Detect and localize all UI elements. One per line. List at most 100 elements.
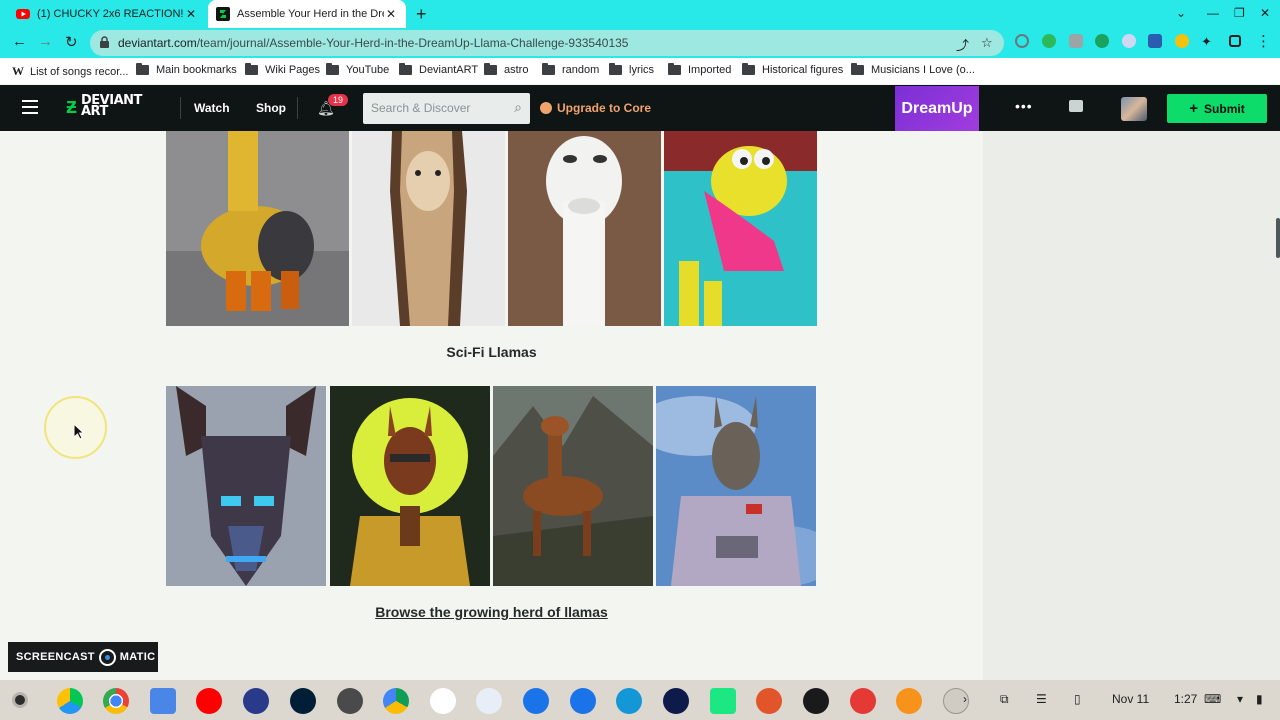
- close-tab-icon[interactable]: ✕: [384, 7, 398, 21]
- date-label[interactable]: Nov 11: [1112, 692, 1149, 706]
- screencast-app-icon[interactable]: [243, 688, 269, 714]
- shelf-overflow-icon[interactable]: ›: [963, 692, 967, 706]
- share-icon[interactable]: ⤴: [956, 35, 969, 54]
- chrome-icon[interactable]: [103, 688, 129, 714]
- extension-grammarly-icon[interactable]: [1042, 34, 1056, 48]
- play-store-icon[interactable]: [57, 688, 83, 714]
- close-tab-icon[interactable]: ✕: [184, 7, 198, 21]
- folder-icon: [742, 63, 755, 75]
- llama-image-felt-yellow[interactable]: [166, 131, 349, 326]
- extension-wordcount-icon[interactable]: [1148, 34, 1162, 48]
- extension-icon[interactable]: [1015, 34, 1029, 48]
- bookmark-label: Imported: [688, 64, 732, 76]
- watch-link[interactable]: Watch: [194, 101, 230, 115]
- submit-button[interactable]: + Submit: [1167, 94, 1267, 123]
- app-icon[interactable]: [476, 688, 502, 714]
- launcher-icon[interactable]: [12, 692, 28, 708]
- app-icon[interactable]: [803, 688, 829, 714]
- llama-image-cyberpunk[interactable]: [330, 386, 490, 586]
- bookmark-item[interactable]: W List of songs recor...: [12, 64, 128, 79]
- side-panel-icon[interactable]: [1229, 35, 1241, 47]
- files-icon[interactable]: [523, 688, 549, 714]
- browse-herd-link[interactable]: Browse the growing herd of llamas: [166, 604, 817, 620]
- upgrade-to-core-link[interactable]: Upgrade to Core: [540, 101, 651, 115]
- user-avatar[interactable]: [1121, 97, 1147, 121]
- clipboard-icon[interactable]: ☰: [1036, 692, 1047, 706]
- youtube-app-icon[interactable]: [196, 688, 222, 714]
- bookmark-folder[interactable]: DeviantART: [399, 63, 479, 76]
- drive-icon[interactable]: [383, 688, 409, 714]
- tab-title: Assemble Your Herd in the Dream: [237, 8, 384, 20]
- bookmark-folder[interactable]: Musicians I Love (o...: [851, 63, 975, 76]
- divider: [297, 97, 298, 119]
- screencast-watermark: SCREENCAST MATIC: [8, 642, 158, 672]
- bookmark-folder[interactable]: Main bookmarks: [136, 63, 237, 76]
- search-icon[interactable]: ⌕: [514, 99, 522, 116]
- bookmark-folder[interactable]: Imported: [668, 63, 732, 76]
- screenshot-icon[interactable]: ⧉: [1000, 692, 1009, 707]
- bookmark-label: YouTube: [346, 64, 390, 76]
- browser-toolbar: ← → ↻ deviantart.com/team/journal/Assemb…: [0, 28, 1280, 58]
- site-header: ƶ DEVIANTART Watch Shop 🔔︎ 19 ⌕ Upgrade …: [0, 85, 1280, 131]
- disney-plus-icon[interactable]: [663, 688, 689, 714]
- hulu-icon[interactable]: [710, 688, 736, 714]
- extension-icon[interactable]: [1122, 34, 1136, 48]
- app-icon[interactable]: [756, 688, 782, 714]
- app-icon[interactable]: [337, 688, 363, 714]
- app-icon[interactable]: [616, 688, 642, 714]
- docs-icon[interactable]: [150, 688, 176, 714]
- llama-image-fantasy-landscape[interactable]: [493, 386, 653, 586]
- battery-icon[interactable]: ▮: [1256, 692, 1263, 706]
- extension-icon[interactable]: [1069, 34, 1083, 48]
- wifi-icon[interactable]: ▾: [1237, 692, 1243, 706]
- mouse-pointer-icon: [74, 424, 84, 440]
- search-input[interactable]: [371, 101, 501, 115]
- bookmark-folder[interactable]: Wiki Pages: [245, 63, 320, 76]
- phone-hub-icon[interactable]: ▯: [1074, 692, 1081, 706]
- dreamup-button[interactable]: DreamUp: [895, 86, 979, 131]
- shop-link[interactable]: Shop: [256, 101, 286, 115]
- bookmark-folder[interactable]: astro: [484, 63, 528, 76]
- back-icon[interactable]: ←: [12, 33, 27, 50]
- deviantart-icon: [216, 7, 230, 21]
- time-label[interactable]: 1:27: [1174, 692, 1197, 706]
- hamburger-menu-icon[interactable]: [22, 100, 38, 114]
- puzzle-extensions-icon[interactable]: ✦: [1201, 34, 1212, 50]
- messages-app-icon[interactable]: [570, 688, 596, 714]
- bookmark-folder[interactable]: Historical figures: [742, 63, 843, 76]
- forward-icon[interactable]: →: [38, 33, 53, 50]
- llama-image-mech-robot[interactable]: [166, 386, 326, 586]
- new-tab-button[interactable]: +: [416, 4, 427, 25]
- llama-image-white-felt[interactable]: [508, 131, 661, 326]
- bookmark-label: DeviantART: [419, 64, 479, 76]
- address-bar[interactable]: deviantart.com/team/journal/Assemble-You…: [90, 30, 1004, 56]
- messages-icon[interactable]: [1069, 100, 1083, 112]
- minimize-icon[interactable]: —: [1207, 6, 1219, 20]
- llama-image-clay-cartoon[interactable]: [664, 131, 817, 326]
- reload-icon[interactable]: ↻: [65, 33, 78, 51]
- restore-icon[interactable]: ❐: [1234, 6, 1245, 20]
- tab-youtube[interactable]: (1) CHUCKY 2x6 REACTION!! Se ✕: [8, 0, 206, 28]
- deviantart-logo[interactable]: ƶ DEVIANT ART: [66, 94, 142, 118]
- kebab-menu-icon[interactable]: ⋮: [1256, 32, 1271, 50]
- bookmark-folder[interactable]: lyrics: [609, 63, 654, 76]
- keyboard-icon[interactable]: ⌨: [1204, 692, 1221, 706]
- bookmark-folder[interactable]: YouTube: [326, 63, 390, 76]
- bookmark-star-icon[interactable]: ☆: [981, 35, 993, 51]
- scrollbar-thumb[interactable]: [1276, 218, 1280, 258]
- tab-search-icon[interactable]: ⌄: [1176, 6, 1186, 20]
- more-options-icon[interactable]: •••: [1015, 98, 1033, 114]
- llama-image-woodcarving[interactable]: [352, 131, 505, 326]
- notification-badge: 19: [328, 94, 349, 106]
- tab-deviantart[interactable]: Assemble Your Herd in the Dream ✕: [208, 0, 406, 28]
- llama-image-astronaut[interactable]: [656, 386, 816, 586]
- extension-icon[interactable]: [1095, 34, 1109, 48]
- extension-icon[interactable]: [1175, 34, 1189, 48]
- gmail-icon[interactable]: [430, 688, 456, 714]
- vlc-icon[interactable]: [896, 688, 922, 714]
- close-window-icon[interactable]: ✕: [1260, 6, 1270, 20]
- bookmark-folder[interactable]: random: [542, 63, 599, 76]
- photoshop-icon[interactable]: [290, 688, 316, 714]
- divider: [180, 97, 181, 119]
- microphone-icon[interactable]: [850, 688, 876, 714]
